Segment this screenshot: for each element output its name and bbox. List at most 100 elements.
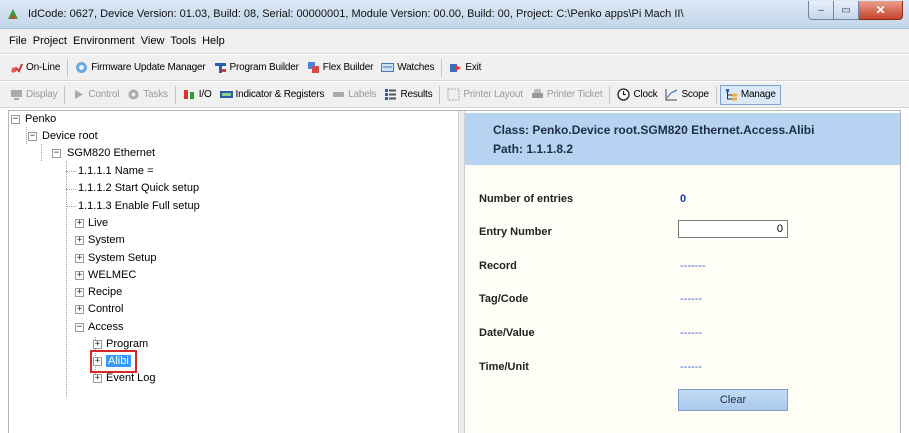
menu-environment[interactable]: Environment <box>73 35 135 47</box>
tree-node-control[interactable]: + Control <box>75 301 123 318</box>
scope-button[interactable]: Scope <box>661 85 712 105</box>
online-label: On-Line <box>26 62 61 73</box>
tree-node-device-root[interactable]: − Device root <box>28 128 98 145</box>
expand-icon[interactable]: + <box>75 254 84 263</box>
printer-layout-icon <box>447 88 460 101</box>
tree-label: SGM820 Ethernet <box>67 147 156 159</box>
firmware-update-label: Firmware Update Manager <box>91 62 206 73</box>
exit-label: Exit <box>465 62 482 73</box>
tree-node-recipe[interactable]: + Recipe <box>75 284 122 301</box>
tree-label: 1.1.1.1 Name = <box>78 165 154 177</box>
toolbar-separator <box>64 85 66 104</box>
tree-guide <box>66 206 76 207</box>
flex-builder-icon <box>307 61 320 74</box>
labels-button[interactable]: Labels <box>328 85 380 105</box>
plug-icon <box>10 61 23 74</box>
tree-node-start-quick-setup[interactable]: 1.1.1.2 Start Quick setup <box>78 180 199 197</box>
device-tree: − Penko − Device root − SGM820 Ethernet … <box>9 111 459 433</box>
menu-help[interactable]: Help <box>202 35 225 47</box>
flex-builder-button[interactable]: Flex Builder <box>303 58 377 78</box>
time-unit-label: Time/Unit <box>479 361 529 373</box>
entry-number-input[interactable]: 0 <box>678 220 788 238</box>
firmware-icon <box>75 61 88 74</box>
tree-node-sgm820-ethernet[interactable]: − SGM820 Ethernet <box>52 145 155 162</box>
menu-tools[interactable]: Tools <box>170 35 196 47</box>
tree-label: Event Log <box>106 372 156 384</box>
watches-icon <box>381 61 395 74</box>
entry-number-label: Entry Number <box>479 226 552 238</box>
io-icon <box>183 88 196 101</box>
watches-button[interactable]: Watches <box>377 58 438 78</box>
clock-label: Clock <box>633 89 658 100</box>
printer-ticket-button[interactable]: Printer Ticket <box>527 85 607 105</box>
printer-layout-button[interactable]: Printer Layout <box>443 85 526 105</box>
control-button[interactable]: Control <box>68 85 123 105</box>
display-button[interactable]: Display <box>6 85 61 105</box>
tree-node-enable-full-setup[interactable]: 1.1.1.3 Enable Full setup <box>78 198 200 215</box>
record-label: Record <box>479 260 517 272</box>
collapse-icon[interactable]: − <box>11 115 20 124</box>
tree-label: System Setup <box>88 252 157 264</box>
tree-guide <box>66 161 67 397</box>
close-button[interactable]: ✕ <box>859 1 903 20</box>
tree-label: Live <box>88 217 109 229</box>
number-of-entries-label: Number of entries <box>479 193 574 205</box>
minimize-button[interactable]: – <box>808 1 834 20</box>
expand-icon[interactable]: + <box>75 305 84 314</box>
tasks-button[interactable]: Tasks <box>123 85 172 105</box>
tree-node-event-log[interactable]: + Event Log <box>93 370 156 387</box>
tree-label: System <box>88 234 125 246</box>
clock-button[interactable]: Clock <box>613 85 661 105</box>
expand-icon[interactable]: + <box>75 236 84 245</box>
expand-icon[interactable]: + <box>93 374 102 383</box>
main-toolbar: On-Line Firmware Update Manager Program … <box>0 55 909 81</box>
tree-node-welmec[interactable]: + WELMEC <box>75 267 136 284</box>
manage-icon <box>725 88 738 101</box>
tree-node-penko[interactable]: − Penko <box>11 111 56 128</box>
online-button[interactable]: On-Line <box>6 58 64 78</box>
menu-file[interactable]: File <box>9 35 27 47</box>
collapse-icon[interactable]: − <box>28 132 37 141</box>
collapse-icon[interactable]: − <box>75 323 84 332</box>
tree-node-live[interactable]: + Live <box>75 215 108 232</box>
firmware-update-button[interactable]: Firmware Update Manager <box>71 58 209 78</box>
manage-button[interactable]: Manage <box>719 84 781 105</box>
toolbar-separator <box>67 58 69 77</box>
exit-button[interactable]: Exit <box>445 58 485 78</box>
menu-view[interactable]: View <box>141 35 165 47</box>
clear-button[interactable]: Clear <box>678 389 788 411</box>
clock-icon <box>617 88 631 101</box>
indicator-registers-label: Indicator & Registers <box>235 89 325 100</box>
tree-node-system-setup[interactable]: + System Setup <box>75 250 156 267</box>
results-label: Results <box>400 89 433 100</box>
printer-ticket-icon <box>531 88 544 101</box>
program-builder-button[interactable]: Program Builder <box>210 58 303 78</box>
tree-node-access[interactable]: − Access <box>75 319 123 336</box>
menu-project[interactable]: Project <box>33 35 67 47</box>
tree-guide <box>41 144 42 161</box>
results-button[interactable]: Results <box>380 85 436 105</box>
tag-code-value: ------ <box>680 293 702 305</box>
tree-label: Program <box>106 338 149 350</box>
labels-icon <box>332 88 345 101</box>
labels-label: Labels <box>348 89 377 100</box>
expand-icon[interactable]: + <box>75 288 84 297</box>
indicator-registers-button[interactable]: Indicator & Registers <box>216 85 329 105</box>
collapse-icon[interactable]: − <box>52 149 61 158</box>
date-value-value: ------ <box>680 327 702 339</box>
display-label: Display <box>26 89 58 100</box>
tree-node-system[interactable]: + System <box>75 232 125 249</box>
expand-icon[interactable]: + <box>75 219 84 228</box>
scope-icon <box>665 88 678 101</box>
tree-node-name[interactable]: 1.1.1.1 Name = <box>78 163 154 180</box>
maximize-button[interactable]: ▭ <box>834 1 859 20</box>
tree-label: 1.1.1.3 Enable Full setup <box>78 200 200 212</box>
title-bar: IdCode: 0627, Device Version: 01.03, Bui… <box>0 0 909 29</box>
io-label: I/O <box>198 89 212 100</box>
expand-icon[interactable]: + <box>93 340 102 349</box>
class-path-text: Class: Penko.Device root.SGM820 Ethernet… <box>493 123 815 137</box>
io-button[interactable]: I/O <box>179 85 216 105</box>
expand-icon[interactable]: + <box>75 271 84 280</box>
tree-guide <box>26 127 27 144</box>
display-icon <box>10 88 23 101</box>
